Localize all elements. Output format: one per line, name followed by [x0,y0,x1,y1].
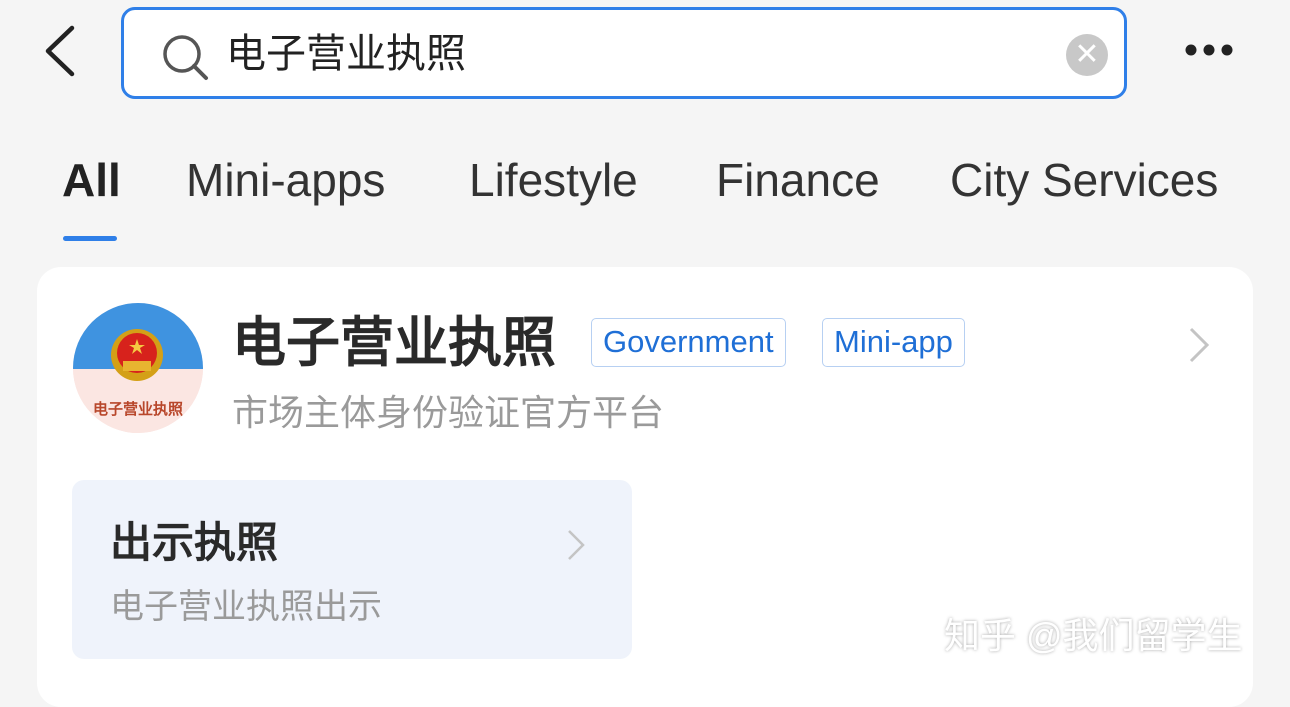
result-subtitle: 市场主体身份验证官方平台 [232,392,665,433]
search-query[interactable]: 电子营业执照 [226,30,466,78]
more-icon[interactable] [1184,40,1234,60]
service-show-license[interactable]: 出示执照 电子营业执照出示 [72,480,632,659]
result-title[interactable]: 电子营业执照 [232,311,556,375]
tab-lifestyle[interactable]: Lifestyle [469,152,638,208]
tag-mini-app: Mini-app [822,318,965,367]
tab-mini-apps[interactable]: Mini-apps [186,152,385,208]
chevron-right-icon[interactable] [1187,325,1211,365]
active-tab-indicator [63,236,117,241]
search-icon [163,35,208,80]
tab-all[interactable]: All [62,152,121,208]
watermark: 知乎 @我们留学生 [944,615,1243,656]
tab-finance[interactable]: Finance [716,152,880,208]
back-icon[interactable] [40,24,80,78]
tag-government: Government [591,318,786,367]
svg-text:电子营业执照: 电子营业执照 [93,400,183,418]
service-title: 出示执照 [110,519,279,566]
service-subtitle: 电子营业执照出示 [110,588,382,626]
chevron-right-icon [568,530,585,560]
app-logo: 电子营业执照 [73,303,203,433]
tab-city-services[interactable]: City Services [950,152,1218,208]
clear-icon[interactable]: ✕ [1066,34,1108,76]
search-input[interactable]: 电子营业执照 ✕ [121,7,1127,99]
